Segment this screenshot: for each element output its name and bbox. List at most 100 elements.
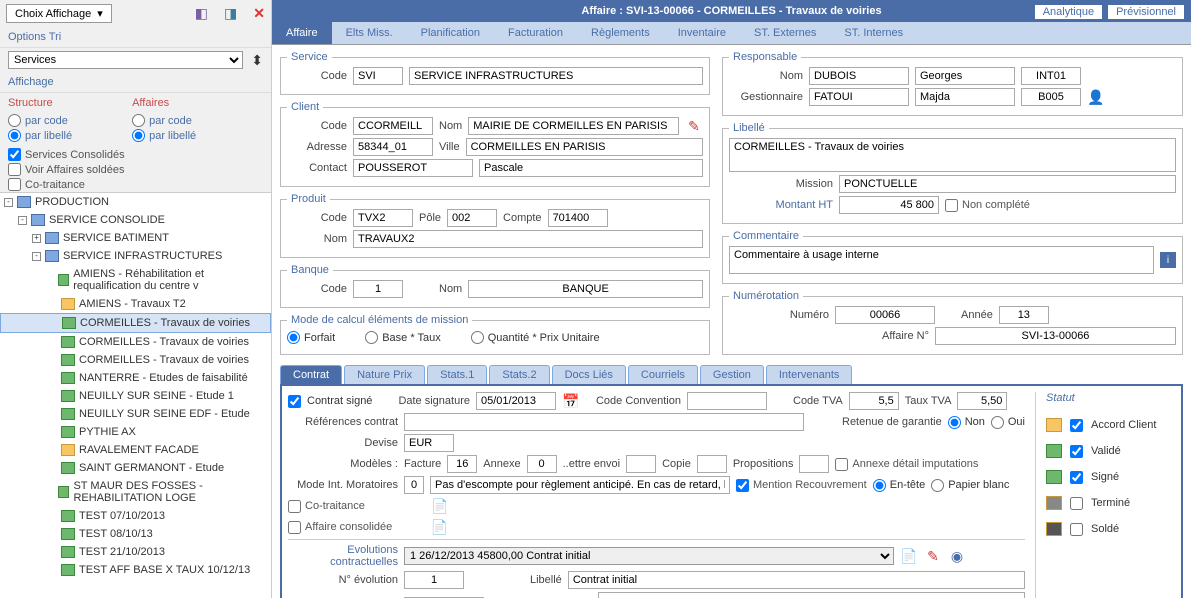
libelle-evo-input[interactable]	[568, 571, 1025, 589]
client-ville-input[interactable]	[466, 138, 703, 156]
doc-icon-2[interactable]: 📄	[430, 518, 448, 536]
edit-icon[interactable]: ✎	[685, 117, 703, 135]
client-adresse-input[interactable]	[353, 138, 433, 156]
mention-recouv-check[interactable]: Mention Recouvrement	[736, 479, 867, 492]
papier-blanc-radio[interactable]: Papier blanc	[931, 478, 1009, 493]
tree-node[interactable]: CORMEILLES - Travaux de voiries	[0, 333, 271, 351]
tree-node[interactable]: NANTERRE - Etudes de faisabilité	[0, 369, 271, 387]
client-code-input[interactable]	[353, 117, 433, 135]
date-signature-input[interactable]	[476, 392, 556, 410]
structure-par-libelle[interactable]: par libellé	[8, 128, 72, 143]
facture-input[interactable]	[447, 455, 477, 473]
evolutions-select[interactable]: 1 26/12/2013 45800,00 Contrat initial	[404, 547, 894, 565]
accord-client-check[interactable]	[1070, 419, 1083, 432]
tree-node[interactable]: TEST AFF BASE X TAUX 10/12/13	[0, 561, 271, 579]
tree-icon[interactable]: ⬍	[251, 52, 263, 69]
mission-input[interactable]	[839, 175, 1176, 193]
expand-icon[interactable]: -	[4, 198, 13, 207]
tree-node[interactable]: SAINT GERMANONT - Etude	[0, 459, 271, 477]
expand-icon[interactable]: -	[32, 252, 41, 261]
view-evo-icon[interactable]: ◉	[948, 547, 966, 565]
retenue-oui[interactable]: Oui	[991, 415, 1025, 430]
mode-quantite[interactable]: Quantité * Prix Unitaire	[471, 330, 600, 345]
tab-gestion[interactable]: Gestion	[700, 365, 764, 384]
libelle-textarea[interactable]: CORMEILLES - Travaux de voiries	[729, 138, 1176, 172]
taux-tva-input[interactable]	[957, 392, 1007, 410]
tab-stats[interactable]: Stats.1	[427, 365, 487, 384]
commentaires-evo[interactable]	[598, 592, 1025, 598]
mode-forfait[interactable]: Forfait	[287, 330, 335, 345]
tree-node[interactable]: TEST 07/10/2013	[0, 507, 271, 525]
menu-facturation[interactable]: Facturation	[494, 22, 577, 44]
resp-code-input[interactable]	[1021, 67, 1081, 85]
tree-node[interactable]: CORMEILLES - Travaux de voiries	[0, 313, 271, 333]
contrat-signe-check[interactable]	[288, 395, 301, 408]
code-conv-input[interactable]	[687, 392, 767, 410]
contact-prenom-input[interactable]	[479, 159, 703, 177]
services-select[interactable]: Services	[8, 51, 243, 69]
tree-node[interactable]: -SERVICE INFRASTRUCTURES	[0, 247, 271, 265]
info-icon[interactable]: i	[1160, 252, 1176, 268]
pole-input[interactable]	[447, 209, 497, 227]
solde-check[interactable]	[1070, 523, 1083, 536]
ref-contrat-input[interactable]	[404, 413, 804, 431]
tree-node[interactable]: NEUILLY SUR SEINE - Etude 1	[0, 387, 271, 405]
tree-node[interactable]: TEST 08/10/13	[0, 525, 271, 543]
tree-node[interactable]: NEUILLY SUR SEINE EDF - Etude	[0, 405, 271, 423]
co-traitance-check[interactable]: Co-traitance	[0, 177, 271, 192]
non-complete-check[interactable]: Non complété	[945, 199, 1030, 212]
contact-icon[interactable]: 👤	[1087, 88, 1105, 106]
affaires-par-libelle[interactable]: par libellé	[132, 128, 196, 143]
compte-input[interactable]	[548, 209, 608, 227]
tree-node[interactable]: +SERVICE BATIMENT	[0, 229, 271, 247]
menu-rglements[interactable]: Règlements	[577, 22, 664, 44]
affaire-no-input[interactable]	[935, 327, 1176, 345]
gest-code-input[interactable]	[1021, 88, 1081, 106]
menu-planification[interactable]: Planification	[407, 22, 494, 44]
annexe-input[interactable]	[527, 455, 557, 473]
tree-node[interactable]: AMIENS - Travaux T2	[0, 295, 271, 313]
mode-base-taux[interactable]: Base * Taux	[365, 330, 441, 345]
tab-contrat[interactable]: Contrat	[280, 365, 342, 384]
tab-courriels[interactable]: Courriels	[628, 365, 698, 384]
calendar-icon[interactable]: 📅	[562, 392, 580, 410]
code-tva-input[interactable]	[849, 392, 899, 410]
resp-prenom-input[interactable]	[915, 67, 1015, 85]
voir-affaires-soldees-check[interactable]: Voir Affaires soldées	[0, 162, 271, 177]
services-consolides-check[interactable]: Services Consolidés	[0, 147, 271, 162]
tab-natureprix[interactable]: Nature Prix	[344, 365, 425, 384]
gest-nom-input[interactable]	[809, 88, 909, 106]
tree-node[interactable]: ST MAUR DES FOSSES - REHABILITATION LOGE	[0, 477, 271, 507]
tab-intervenants[interactable]: Intervenants	[766, 365, 853, 384]
structure-par-code[interactable]: par code	[8, 113, 72, 128]
valide-check[interactable]	[1070, 445, 1083, 458]
expand-icon[interactable]: +	[32, 234, 41, 243]
expand-icon[interactable]: -	[18, 216, 27, 225]
tree-node[interactable]: PYTHIE AX	[0, 423, 271, 441]
mode-int-input[interactable]	[404, 476, 424, 494]
add-evo-icon[interactable]: 📄	[900, 547, 918, 565]
menu-affaire[interactable]: Affaire	[272, 22, 332, 44]
close-icon[interactable]: ✕	[253, 5, 265, 22]
numero-input[interactable]	[835, 306, 935, 324]
analytique-button[interactable]: Analytique	[1034, 4, 1103, 20]
filter-icon-1[interactable]: ◧	[195, 5, 208, 22]
doc-icon-1[interactable]: 📄	[431, 497, 449, 515]
produit-code-input[interactable]	[353, 209, 413, 227]
display-choice-button[interactable]: Choix Affichage▾	[6, 4, 112, 23]
produit-nom-input[interactable]	[353, 230, 703, 248]
menu-inventaire[interactable]: Inventaire	[664, 22, 740, 44]
mode-int-desc-input[interactable]	[430, 476, 730, 494]
tab-stats[interactable]: Stats.2	[489, 365, 549, 384]
menu-stexternes[interactable]: ST. Externes	[740, 22, 830, 44]
previsionnel-button[interactable]: Prévisionnel	[1107, 4, 1185, 20]
entete-radio[interactable]: En-tête	[873, 478, 925, 493]
tree-node[interactable]: CORMEILLES - Travaux de voiries	[0, 351, 271, 369]
commentaire-textarea[interactable]: Commentaire à usage interne	[729, 246, 1154, 274]
tree-node[interactable]: RAVALEMENT FACADE	[0, 441, 271, 459]
service-code-input[interactable]	[353, 67, 403, 85]
menu-stinternes[interactable]: ST. Internes	[830, 22, 917, 44]
banque-code-input[interactable]	[353, 280, 403, 298]
edit-evo-icon[interactable]: ✎	[924, 547, 942, 565]
termine-check[interactable]	[1070, 497, 1083, 510]
